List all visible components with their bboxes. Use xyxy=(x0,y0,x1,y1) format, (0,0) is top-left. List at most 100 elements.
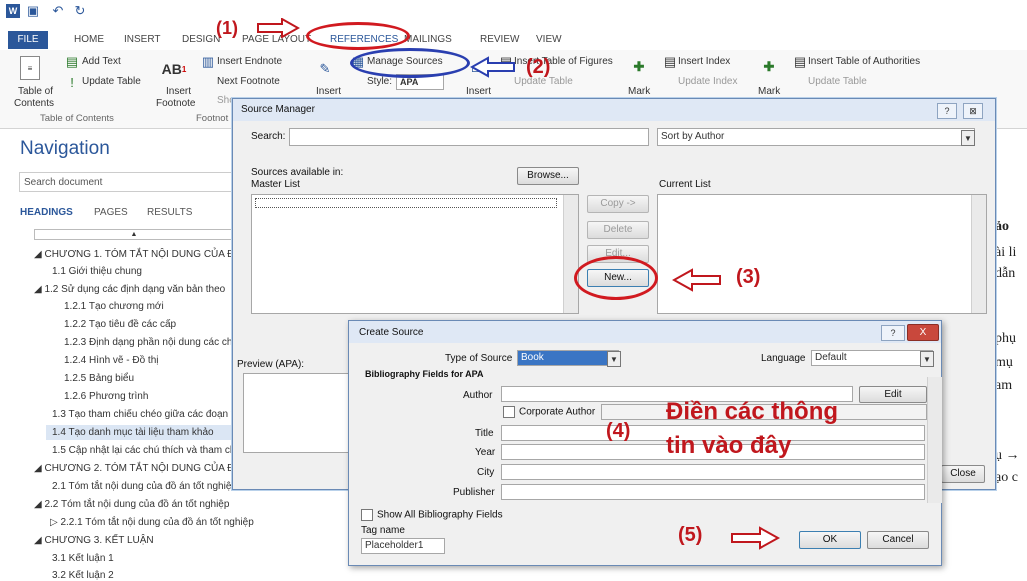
nav-item-selected[interactable]: 1.4 Tạo danh mục tài liệu tham khảo xyxy=(46,425,232,440)
source-manager-titlebar[interactable] xyxy=(233,99,995,121)
insert-citation-label[interactable]: Insert xyxy=(316,86,341,97)
source-manager-title: Source Manager xyxy=(241,104,315,115)
nav-heading-item[interactable]: 1.2.6 Phương trình xyxy=(64,391,148,402)
navigation-search-input[interactable]: Search document xyxy=(19,172,234,192)
close-icon[interactable]: ⊠ xyxy=(963,103,983,119)
create-source-titlebar[interactable] xyxy=(349,321,941,343)
mark-entry-label[interactable]: Mark xyxy=(628,86,650,97)
close-button[interactable]: Close xyxy=(941,465,985,483)
show-all-fields-checkbox[interactable]: Show All Bibliography Fields xyxy=(361,509,503,521)
insert-footnote-icon[interactable]: AB 1 xyxy=(162,60,187,78)
arrow-right-icon xyxy=(257,18,300,38)
cancel-button[interactable]: Cancel xyxy=(867,531,929,549)
tab-design[interactable]: DESIGN xyxy=(182,34,220,45)
undo-icon[interactable]: ↶ xyxy=(48,3,68,18)
insert-caption-label[interactable]: Insert xyxy=(466,86,491,97)
toc-label-2[interactable]: Contents xyxy=(14,98,54,109)
corporate-author-checkbox[interactable]: Corporate Author xyxy=(503,406,595,418)
tab-review[interactable]: REVIEW xyxy=(480,34,519,45)
nav-tab-pages[interactable]: PAGES xyxy=(94,207,128,218)
help-button[interactable]: ? xyxy=(937,103,957,119)
insert-footnote-label-2[interactable]: Footnote xyxy=(156,98,195,109)
close-icon[interactable]: X xyxy=(907,324,939,341)
current-list-scrollbar[interactable] xyxy=(971,195,986,313)
nav-heading-item[interactable]: ▷ 2.2.1 Tóm tắt nội dung của đồ án tốt n… xyxy=(50,517,254,528)
nav-heading-item[interactable]: 2.1 Tóm tắt nội dung của đồ án tốt nghiệ xyxy=(52,481,231,492)
quick-access-toolbar: W ▣ ↶ ↻ xyxy=(0,0,1027,22)
help-button[interactable]: ? xyxy=(881,325,905,341)
step-2-annotation: (2) xyxy=(526,56,551,78)
add-text-button[interactable]: Add Text xyxy=(82,56,121,67)
insert-endnote-button[interactable]: Insert Endnote xyxy=(217,56,282,67)
nav-heading-item[interactable]: ◢ CHƯƠNG 1. TÓM TẮT NỘI DUNG CỦA ĐỒ Á xyxy=(34,249,252,260)
language-select[interactable]: Default xyxy=(811,350,933,366)
tab-view[interactable]: VIEW xyxy=(536,34,562,45)
update-table-authorities-button[interactable]: Update Table xyxy=(808,76,867,87)
nav-tab-results[interactable]: RESULTS xyxy=(147,207,192,218)
nav-heading-item[interactable]: 1.3 Tạo tham chiếu chéo giữa các đoạn v xyxy=(52,409,236,420)
nav-tab-headings[interactable]: HEADINGS xyxy=(20,207,73,218)
copy-button[interactable]: Copy -> xyxy=(587,195,649,213)
doc-text-fragment: ạo c xyxy=(995,470,1018,485)
nav-heading-item[interactable]: ◢ 2.2 Tóm tắt nội dung của đồ án tốt ngh… xyxy=(34,499,229,510)
browse-button[interactable]: Browse... xyxy=(517,167,579,185)
insert-footnote-label-1[interactable]: Insert xyxy=(166,86,191,97)
nav-heading-item[interactable]: ◢ CHƯƠNG 3. KẾT LUẬN xyxy=(34,535,154,546)
type-of-source-select[interactable]: Book xyxy=(517,350,619,366)
search-input[interactable] xyxy=(289,128,649,146)
doc-text-fragment: ảo xyxy=(995,219,1009,234)
update-table-button[interactable]: Update Table xyxy=(82,76,141,87)
edit-author-button[interactable]: Edit xyxy=(859,386,927,403)
nav-heading-item[interactable]: ◢ 1.2 Sử dụng các định dạng văn bản theo xyxy=(34,284,225,295)
step-5-annotation: (5) xyxy=(678,524,703,546)
master-list-box[interactable] xyxy=(251,194,579,314)
tag-name-input[interactable]: Placeholder1 xyxy=(361,538,445,554)
next-footnote-button[interactable]: Next Footnote xyxy=(217,76,280,87)
update-index-button[interactable]: Update Index xyxy=(678,76,738,87)
type-of-source-label: Type of Source xyxy=(445,353,513,364)
create-source-dialog: Create Source ? X Type of Source Book ▼ … xyxy=(348,320,942,566)
current-list-box[interactable] xyxy=(657,194,987,314)
master-list-scrollbar[interactable] xyxy=(563,195,578,313)
nav-heading-item[interactable]: 1.2.4 Hình vẽ - Đồ thị xyxy=(64,355,159,366)
nav-heading-item[interactable]: 1.2.5 Bảng biểu xyxy=(64,373,134,384)
mark-entry-icon[interactable]: ✚ xyxy=(630,56,648,78)
redo-icon[interactable]: ↻ xyxy=(72,3,88,18)
tab-file[interactable]: FILE xyxy=(8,31,48,49)
city-input[interactable] xyxy=(501,464,925,480)
checkbox-icon[interactable] xyxy=(503,406,515,418)
insert-citation-icon[interactable]: ✎ xyxy=(316,58,334,80)
bibliography-fields-label: Bibliography Fields for APA xyxy=(365,369,484,379)
nav-heading-item[interactable]: 1.2.1 Tạo chương mới xyxy=(64,301,164,312)
nav-scroll-indicator[interactable]: ▲ xyxy=(34,229,234,240)
nav-heading-item[interactable]: ◢ CHƯƠNG 2. TÓM TẮT NỘI DUNG CỦA ĐỒ Á xyxy=(34,463,252,474)
table-of-contents-icon[interactable]: ≡ xyxy=(20,56,40,80)
toc-label-1[interactable]: Table of xyxy=(18,86,53,97)
save-icon[interactable]: ▣ xyxy=(26,3,40,18)
language-label: Language xyxy=(761,353,806,364)
chevron-down-icon[interactable]: ▼ xyxy=(961,130,975,146)
tab-insert[interactable]: INSERT xyxy=(124,34,161,45)
fields-scrollbar[interactable] xyxy=(927,377,942,503)
tab-mailings[interactable]: MAILINGS xyxy=(404,34,452,45)
nav-heading-item[interactable]: 3.1 Kết luận 1 xyxy=(52,553,114,564)
chevron-down-icon[interactable]: ▼ xyxy=(920,351,934,367)
nav-heading-item[interactable]: 1.1 Giới thiệu chung xyxy=(52,266,142,277)
chevron-down-icon[interactable]: ▼ xyxy=(607,351,621,367)
checkbox-icon[interactable] xyxy=(361,509,373,521)
nav-heading-item[interactable]: 1.2.2 Tạo tiêu đề các cấp xyxy=(64,319,176,330)
tab-home[interactable]: HOME xyxy=(74,34,104,45)
sort-select[interactable]: Sort by Author xyxy=(657,128,975,146)
nav-heading-item[interactable]: 1.5 Cập nhật lại các chú thích và tham c… xyxy=(52,445,235,456)
delete-button[interactable]: Delete xyxy=(587,221,649,239)
mark-citation-icon[interactable]: ✚ xyxy=(760,56,778,78)
insert-table-of-authorities-button[interactable]: Insert Table of Authorities xyxy=(808,56,920,67)
publisher-input[interactable] xyxy=(501,484,925,500)
mark-citation-label[interactable]: Mark xyxy=(758,86,780,97)
title-label: Title xyxy=(475,428,494,439)
ok-button[interactable]: OK xyxy=(799,531,861,549)
nav-heading-item[interactable]: 1.2.3 Định dạng phần nội dung các ch xyxy=(64,337,232,348)
nav-heading-item[interactable]: 3.2 Kết luận 2 xyxy=(52,570,114,581)
step-3-annotation: (3) xyxy=(736,266,761,288)
insert-index-button[interactable]: Insert Index xyxy=(678,56,730,67)
